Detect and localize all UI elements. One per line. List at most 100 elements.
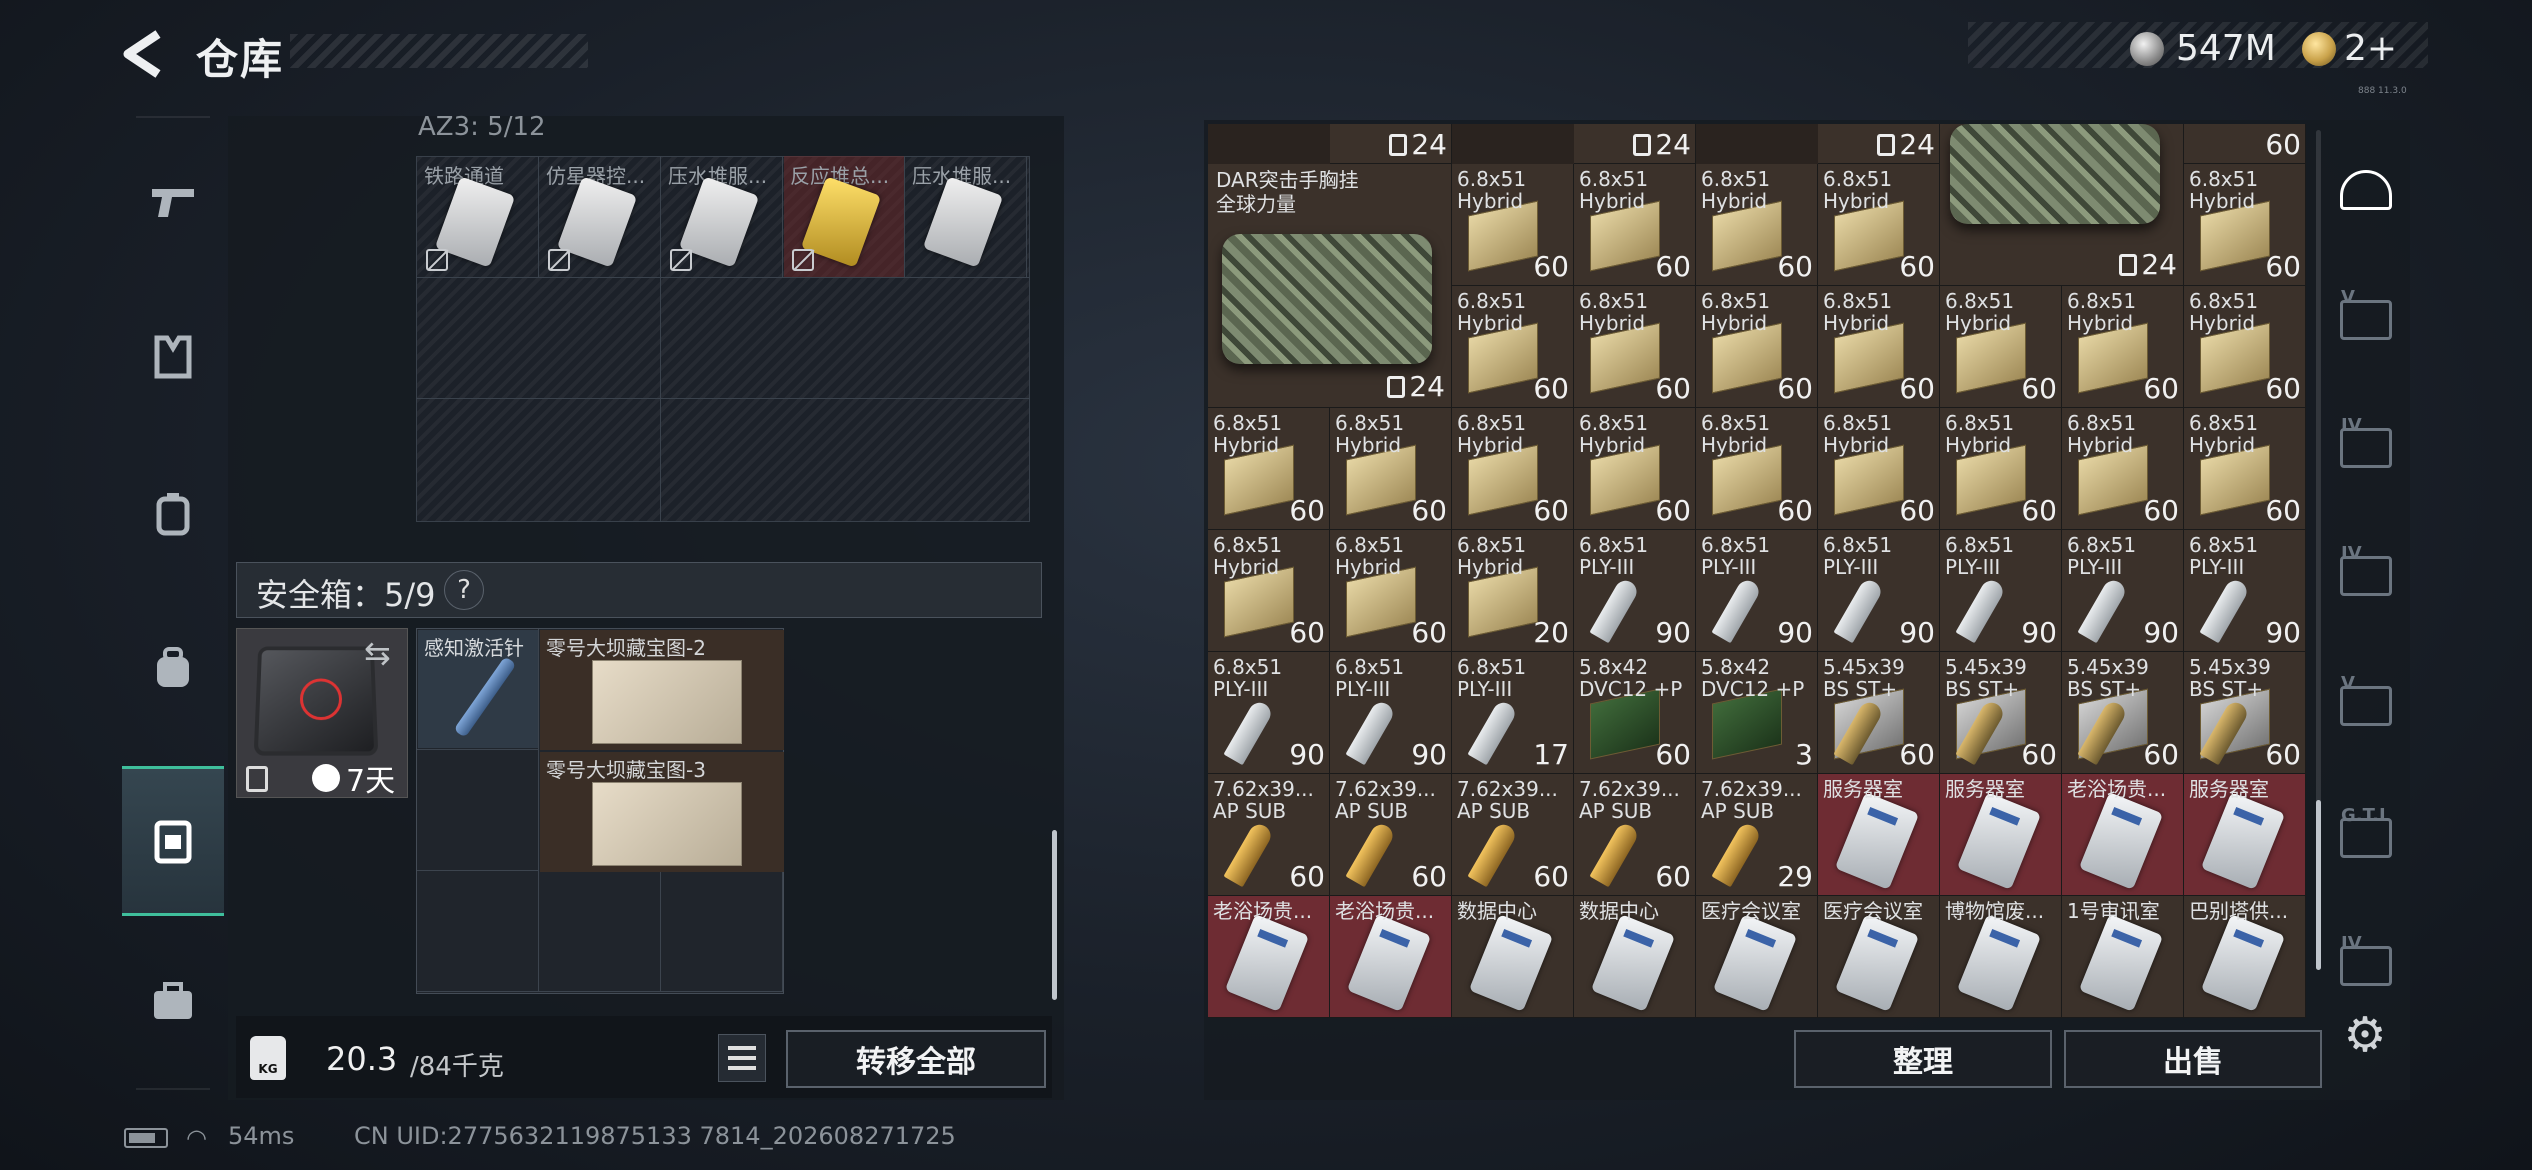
inventory-item[interactable]: 6.8x51 Hybrid 60 — [2062, 408, 2184, 530]
inventory-item[interactable]: 6.8x51 PLY-III 90 — [2184, 530, 2306, 652]
partial-row-cell[interactable]: 24 — [1574, 124, 1696, 164]
inventory-item[interactable]: 老浴场贵... — [2062, 774, 2184, 896]
inventory-item[interactable]: 7.62x39... AP SUB 60 — [1452, 774, 1574, 896]
inventory-item[interactable]: 6.8x51 Hybrid 60 — [1574, 164, 1696, 286]
item-count: 60 — [1289, 616, 1325, 649]
inventory-item[interactable]: 6.8x51 Hybrid 60 — [1818, 164, 1940, 286]
inventory-item[interactable]: 老浴场贵... — [1208, 896, 1330, 1018]
inventory-item[interactable]: 6.8x51 Hybrid 60 — [1940, 408, 2062, 530]
az3-item[interactable]: 反应堆总... — [784, 156, 905, 277]
inventory-item[interactable]: 6.8x51 Hybrid 60 — [1574, 286, 1696, 408]
container-tab[interactable]: IV — [2336, 415, 2396, 478]
inventory-item[interactable]: 6.8x51 PLY-III 90 — [1696, 530, 1818, 652]
inventory-item[interactable]: 老浴场贵... — [1330, 896, 1452, 1018]
inventory-item[interactable]: 6.8x51 Hybrid 60 — [1696, 164, 1818, 286]
inventory-item[interactable]: 6.8x51 Hybrid 60 — [1818, 286, 1940, 408]
transfer-all-button[interactable]: 转移全部 — [786, 1030, 1046, 1088]
inventory-item[interactable]: 6.8x51 PLY-III 17 — [1452, 652, 1574, 774]
inventory-item[interactable]: 6.8x51 Hybrid 60 — [1818, 408, 1940, 530]
vest-icon — [156, 493, 190, 536]
inventory-item[interactable]: 5.45x39 BS ST+ 60 — [2184, 652, 2306, 774]
nav-briefcase[interactable] — [122, 926, 224, 1076]
inventory-item[interactable]: 6.8x51 PLY-III 90 — [1574, 530, 1696, 652]
inventory-item[interactable]: 6.8x51 Hybrid 60 — [1330, 408, 1452, 530]
inventory-item[interactable]: 6.8x51 Hybrid 60 — [1452, 164, 1574, 286]
container-tab[interactable] — [2336, 160, 2396, 220]
sell-button[interactable]: 出售 — [2064, 1030, 2322, 1088]
inventory-item[interactable]: 数据中心 — [1452, 896, 1574, 1018]
chest-rig-item[interactable]: DAR突击手胸挂 全球力量 24 — [1208, 164, 1452, 408]
inventory-item[interactable]: 5.8x42 DVC12 +P 60 — [1574, 652, 1696, 774]
item-count: 60 — [1899, 250, 1935, 283]
inventory-item[interactable]: 6.8x51 PLY-III 90 — [1330, 652, 1452, 774]
inventory-item[interactable]: 医疗会议室 — [1818, 896, 1940, 1018]
nav-safebox[interactable] — [122, 766, 224, 916]
inventory-item[interactable]: 6.8x51 PLY-III 90 — [1208, 652, 1330, 774]
inventory-item[interactable]: 服务器室 — [1818, 774, 1940, 896]
inventory-item[interactable]: 5.45x39 BS ST+ 60 — [2062, 652, 2184, 774]
inventory-item[interactable]: 7.62x39... AP SUB 60 — [1330, 774, 1452, 896]
container-tab[interactable]: IV — [2336, 933, 2396, 996]
inventory-item[interactable]: 5.45x39 BS ST+ 60 — [1940, 652, 2062, 774]
nav-armor[interactable] — [122, 282, 224, 432]
swap-icon[interactable]: ⇆ — [364, 634, 391, 672]
item-name: 7.62x39... AP SUB — [1213, 777, 1314, 823]
inventory-item[interactable]: 7.62x39... AP SUB 29 — [1696, 774, 1818, 896]
inventory-item[interactable]: 6.8x51 Hybrid 20 — [1452, 530, 1574, 652]
inventory-item[interactable]: 服务器室 — [1940, 774, 2062, 896]
inventory-item[interactable]: 6.8x51 PLY-III 90 — [1818, 530, 1940, 652]
az3-item[interactable]: 铁路通道 — [418, 156, 539, 277]
help-button[interactable]: ? — [444, 570, 484, 610]
inventory-item[interactable]: 博物馆废... — [1940, 896, 2062, 1018]
inventory-item[interactable]: 6.8x51 PLY-III 90 — [2062, 530, 2184, 652]
inventory-item[interactable]: 6.8x51 Hybrid 60 — [2184, 286, 2306, 408]
sort-button[interactable]: 整理 — [1794, 1030, 2052, 1088]
gear-icon[interactable]: ⚙ — [2340, 1007, 2390, 1063]
container-tab[interactable]: G.T.I — [2336, 805, 2396, 868]
container-tab[interactable]: V — [2336, 287, 2396, 350]
item-name: 6.8x51 Hybrid — [2067, 411, 2137, 457]
inventory-item[interactable]: 6.8x51 Hybrid 60 — [1208, 408, 1330, 530]
treasure-map-item[interactable]: 零号大坝藏宝图-3 — [540, 752, 784, 872]
inventory-item[interactable]: 6.8x51 Hybrid 60 — [1452, 408, 1574, 530]
inventory-item[interactable]: 数据中心 — [1574, 896, 1696, 1018]
inventory-item[interactable]: 5.45x39 BS ST+ 60 — [1818, 652, 1940, 774]
inventory-item[interactable]: 6.8x51 PLY-III 90 — [1940, 530, 2062, 652]
inventory-item[interactable]: 6.8x51 Hybrid 60 — [2062, 286, 2184, 408]
inventory-item[interactable]: 7.62x39... AP SUB 60 — [1208, 774, 1330, 896]
partial-row-cell[interactable]: 24 — [1818, 124, 1940, 164]
scrollbar[interactable] — [2316, 800, 2321, 970]
inventory-item[interactable]: 6.8x51 Hybrid 60 — [1696, 286, 1818, 408]
nav-gun[interactable] — [122, 126, 224, 276]
inventory-item[interactable]: 服务器室 — [2184, 774, 2306, 896]
az3-item[interactable]: 压水堆服... — [662, 156, 783, 277]
nav-backpack[interactable] — [122, 592, 224, 742]
container-tab[interactable]: IV — [2336, 543, 2396, 606]
inventory-item[interactable]: 医疗会议室 — [1696, 896, 1818, 1018]
partial-row-cell[interactable]: 60 — [2184, 124, 2306, 164]
az3-item[interactable]: 压水堆服... — [906, 156, 1027, 277]
inventory-item[interactable]: 6.8x51 Hybrid 60 — [1940, 286, 2062, 408]
ticket-amount[interactable]: 2+ — [2344, 28, 2397, 69]
az3-item[interactable]: 仿星器控... — [540, 156, 661, 277]
inventory-item[interactable]: 巴别塔供... — [2184, 896, 2306, 1018]
scrollbar[interactable] — [1052, 830, 1057, 1000]
chest-rig-item[interactable]: 24 — [1940, 124, 2184, 286]
item-name: 6.8x51 Hybrid — [1335, 411, 1405, 457]
nav-vest[interactable] — [122, 438, 224, 588]
inventory-item[interactable]: 6.8x51 Hybrid 60 — [1330, 530, 1452, 652]
inventory-item[interactable]: 6.8x51 Hybrid 60 — [1696, 408, 1818, 530]
container-tab[interactable]: V — [2336, 673, 2396, 736]
inventory-item[interactable]: 6.8x51 Hybrid 60 — [2184, 164, 2306, 286]
list-view-button[interactable] — [718, 1034, 766, 1082]
inventory-item[interactable]: 6.8x51 Hybrid 60 — [2184, 408, 2306, 530]
inventory-item[interactable]: 5.8x42 DVC12 +P 3 — [1696, 652, 1818, 774]
inventory-item[interactable]: 7.62x39... AP SUB 60 — [1574, 774, 1696, 896]
inventory-item[interactable]: 6.8x51 Hybrid 60 — [1208, 530, 1330, 652]
partial-row-cell[interactable]: 24 — [1330, 124, 1452, 164]
inventory-item[interactable]: 6.8x51 Hybrid 60 — [1574, 408, 1696, 530]
back-button[interactable] — [118, 28, 174, 80]
inventory-item[interactable]: 1号审讯室 — [2062, 896, 2184, 1018]
inventory-item[interactable]: 6.8x51 Hybrid 60 — [1452, 286, 1574, 408]
treasure-map-item[interactable]: 零号大坝藏宝图-2 — [540, 630, 784, 750]
